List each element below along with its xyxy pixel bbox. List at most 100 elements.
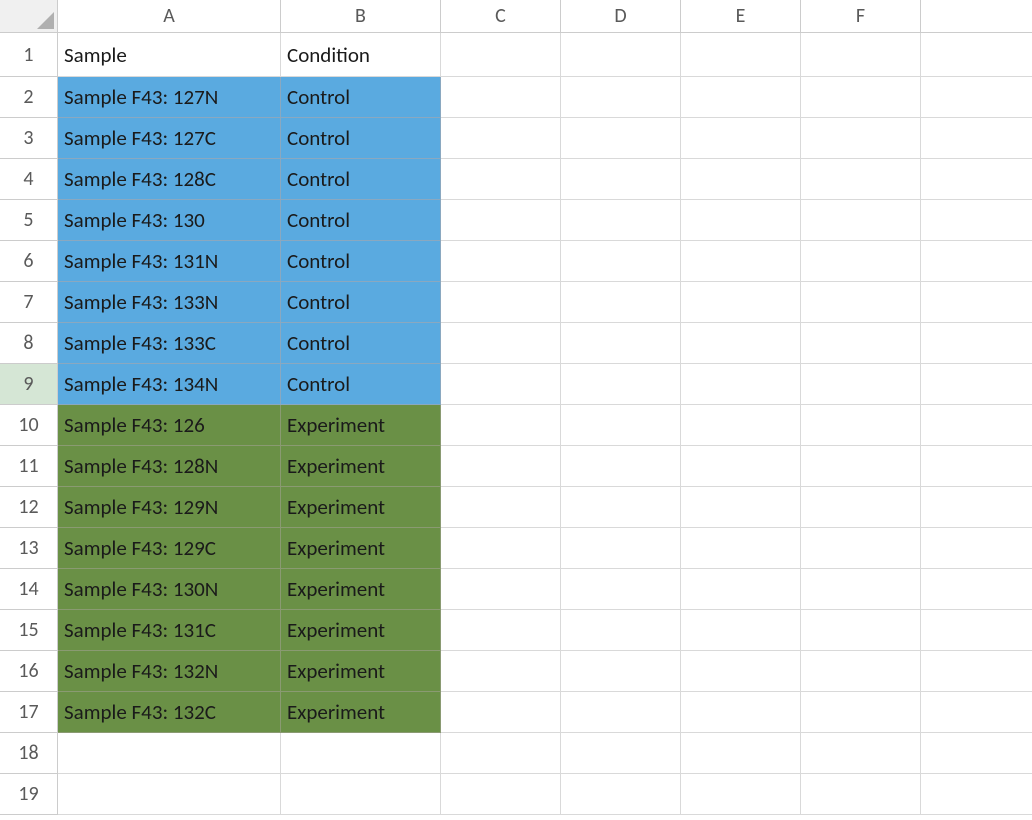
row-header-6[interactable]: 6	[0, 241, 58, 282]
cell-D17[interactable]	[561, 692, 681, 733]
cell-E15[interactable]	[681, 610, 801, 651]
cell-B13[interactable]: Experiment	[281, 528, 441, 569]
cell-D19[interactable]	[561, 774, 681, 815]
cell-extra10[interactable]	[921, 405, 1032, 446]
cell-E9[interactable]	[681, 364, 801, 405]
cell-F9[interactable]	[801, 364, 921, 405]
cell-A17[interactable]: Sample F43: 132C	[58, 692, 281, 733]
cell-C13[interactable]	[441, 528, 561, 569]
cell-D11[interactable]	[561, 446, 681, 487]
cell-E4[interactable]	[681, 159, 801, 200]
cell-D12[interactable]	[561, 487, 681, 528]
cell-E14[interactable]	[681, 569, 801, 610]
row-header-13[interactable]: 13	[0, 528, 58, 569]
cell-A7[interactable]: Sample F43: 133N	[58, 282, 281, 323]
cell-A9[interactable]: Sample F43: 134N	[58, 364, 281, 405]
col-header-B[interactable]: B	[281, 0, 441, 33]
cell-D14[interactable]	[561, 569, 681, 610]
cell-extra2[interactable]	[921, 77, 1032, 118]
cell-D15[interactable]	[561, 610, 681, 651]
cell-E7[interactable]	[681, 282, 801, 323]
cell-D13[interactable]	[561, 528, 681, 569]
row-header-9[interactable]: 9	[0, 364, 58, 405]
row-header-8[interactable]: 8	[0, 323, 58, 364]
cell-F12[interactable]	[801, 487, 921, 528]
cell-B16[interactable]: Experiment	[281, 651, 441, 692]
cell-F8[interactable]	[801, 323, 921, 364]
cell-extra8[interactable]	[921, 323, 1032, 364]
row-header-5[interactable]: 5	[0, 200, 58, 241]
cell-B6[interactable]: Control	[281, 241, 441, 282]
cell-A11[interactable]: Sample F43: 128N	[58, 446, 281, 487]
cell-C5[interactable]	[441, 200, 561, 241]
cell-extra7[interactable]	[921, 282, 1032, 323]
cell-C3[interactable]	[441, 118, 561, 159]
cell-extra17[interactable]	[921, 692, 1032, 733]
cell-B4[interactable]: Control	[281, 159, 441, 200]
cell-F6[interactable]	[801, 241, 921, 282]
row-header-7[interactable]: 7	[0, 282, 58, 323]
cell-D16[interactable]	[561, 651, 681, 692]
cell-C19[interactable]	[441, 774, 561, 815]
cell-C11[interactable]	[441, 446, 561, 487]
cell-C14[interactable]	[441, 569, 561, 610]
cell-F2[interactable]	[801, 77, 921, 118]
cell-B8[interactable]: Control	[281, 323, 441, 364]
cell-extra18[interactable]	[921, 733, 1032, 774]
cell-C1[interactable]	[441, 33, 561, 77]
cell-E2[interactable]	[681, 77, 801, 118]
cell-B17[interactable]: Experiment	[281, 692, 441, 733]
cell-B7[interactable]: Control	[281, 282, 441, 323]
cell-A10[interactable]: Sample F43: 126	[58, 405, 281, 446]
cell-D8[interactable]	[561, 323, 681, 364]
cell-extra15[interactable]	[921, 610, 1032, 651]
cell-A8[interactable]: Sample F43: 133C	[58, 323, 281, 364]
cell-E6[interactable]	[681, 241, 801, 282]
cell-extra19[interactable]	[921, 774, 1032, 815]
cell-B11[interactable]: Experiment	[281, 446, 441, 487]
cell-D9[interactable]	[561, 364, 681, 405]
cell-C6[interactable]	[441, 241, 561, 282]
cell-D18[interactable]	[561, 733, 681, 774]
cell-A15[interactable]: Sample F43: 131C	[58, 610, 281, 651]
cell-A1[interactable]: Sample	[58, 33, 281, 77]
cell-C17[interactable]	[441, 692, 561, 733]
cell-C8[interactable]	[441, 323, 561, 364]
cell-B14[interactable]: Experiment	[281, 569, 441, 610]
row-header-18[interactable]: 18	[0, 733, 58, 774]
cell-F17[interactable]	[801, 692, 921, 733]
cell-B12[interactable]: Experiment	[281, 487, 441, 528]
cell-C12[interactable]	[441, 487, 561, 528]
cell-D4[interactable]	[561, 159, 681, 200]
cell-A4[interactable]: Sample F43: 128C	[58, 159, 281, 200]
cell-A12[interactable]: Sample F43: 129N	[58, 487, 281, 528]
cell-B2[interactable]: Control	[281, 77, 441, 118]
row-header-11[interactable]: 11	[0, 446, 58, 487]
cell-F5[interactable]	[801, 200, 921, 241]
cell-F1[interactable]	[801, 33, 921, 77]
row-header-4[interactable]: 4	[0, 159, 58, 200]
cell-F13[interactable]	[801, 528, 921, 569]
cell-extra16[interactable]	[921, 651, 1032, 692]
select-all-corner[interactable]	[0, 0, 58, 33]
cell-F10[interactable]	[801, 405, 921, 446]
cell-extra6[interactable]	[921, 241, 1032, 282]
cell-F11[interactable]	[801, 446, 921, 487]
row-header-19[interactable]: 19	[0, 774, 58, 815]
cell-F18[interactable]	[801, 733, 921, 774]
cell-F19[interactable]	[801, 774, 921, 815]
col-header-extra[interactable]	[921, 0, 1032, 33]
cell-C15[interactable]	[441, 610, 561, 651]
cell-extra3[interactable]	[921, 118, 1032, 159]
col-header-A[interactable]: A	[58, 0, 281, 33]
cell-A2[interactable]: Sample F43: 127N	[58, 77, 281, 118]
cell-A13[interactable]: Sample F43: 129C	[58, 528, 281, 569]
cell-D6[interactable]	[561, 241, 681, 282]
cell-B18[interactable]	[281, 733, 441, 774]
row-header-1[interactable]: 1	[0, 33, 58, 77]
row-header-17[interactable]: 17	[0, 692, 58, 733]
cell-E12[interactable]	[681, 487, 801, 528]
cell-E13[interactable]	[681, 528, 801, 569]
row-header-14[interactable]: 14	[0, 569, 58, 610]
cell-A3[interactable]: Sample F43: 127C	[58, 118, 281, 159]
